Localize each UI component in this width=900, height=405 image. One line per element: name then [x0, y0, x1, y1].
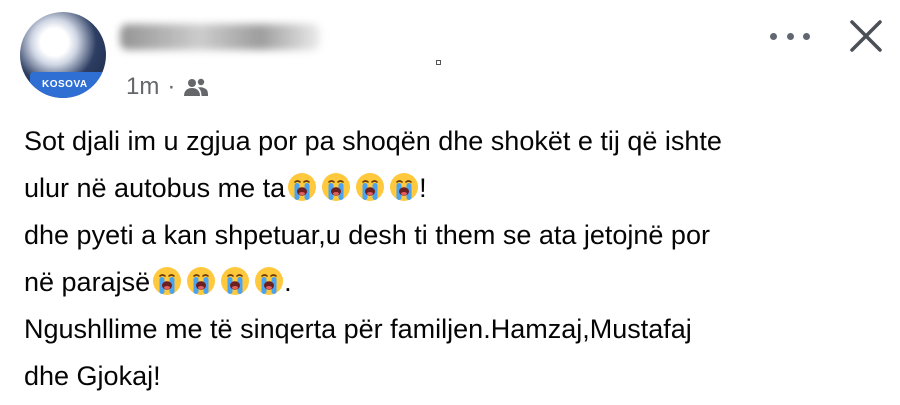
post-line: ulur në autobus me ta! [24, 165, 884, 212]
avatar-badge: KOSOVA [30, 72, 106, 98]
post-line-punctuation: . [284, 267, 292, 297]
meta-separator: · [167, 73, 176, 100]
loudly-crying-face-icon [255, 267, 284, 295]
post-line: në parajsë. [24, 259, 884, 306]
emoji-group [152, 266, 284, 296]
post-time[interactable]: 1m [126, 73, 159, 101]
loudly-crying-face-icon [221, 267, 250, 295]
post-line-text: dhe pyeti a kan shpetuar,u desh ti them … [24, 220, 710, 250]
post-line: Sot djali im u zgjua por pa shoqën dhe s… [24, 118, 884, 165]
close-icon[interactable] [846, 16, 886, 56]
post-meta: 1m · [126, 72, 209, 102]
post-line-text: në parajsë [24, 267, 151, 297]
loudly-crying-face-icon [288, 173, 317, 201]
loudly-crying-face-icon [390, 173, 419, 201]
loudly-crying-face-icon [356, 173, 385, 201]
more-options-icon[interactable] [770, 24, 810, 48]
post-line-text: ulur në autobus me ta [24, 173, 286, 203]
post-line-text: Ngushllime me të sinqerta për familjen.H… [24, 314, 692, 344]
loudly-crying-face-icon [187, 267, 216, 295]
post-line-punctuation: ! [419, 173, 427, 203]
profile-avatar[interactable]: KOSOVA [20, 12, 106, 98]
post-message: Sot djali im u zgjua por pa shoqën dhe s… [24, 118, 884, 400]
loudly-crying-face-icon [153, 267, 182, 295]
stray-mark [436, 60, 441, 65]
author-name-redacted[interactable] [120, 24, 320, 50]
post-line: dhe Gjokaj! [24, 353, 884, 400]
post-line-text: Sot djali im u zgjua por pa shoqën dhe s… [24, 126, 722, 156]
friends-icon[interactable] [183, 77, 209, 97]
post-line: Ngushllime me të sinqerta për familjen.H… [24, 306, 884, 353]
post-line: dhe pyeti a kan shpetuar,u desh ti them … [24, 212, 884, 259]
post-line-text: dhe Gjokaj! [24, 361, 161, 391]
loudly-crying-face-icon [322, 173, 351, 201]
emoji-group [287, 172, 419, 202]
